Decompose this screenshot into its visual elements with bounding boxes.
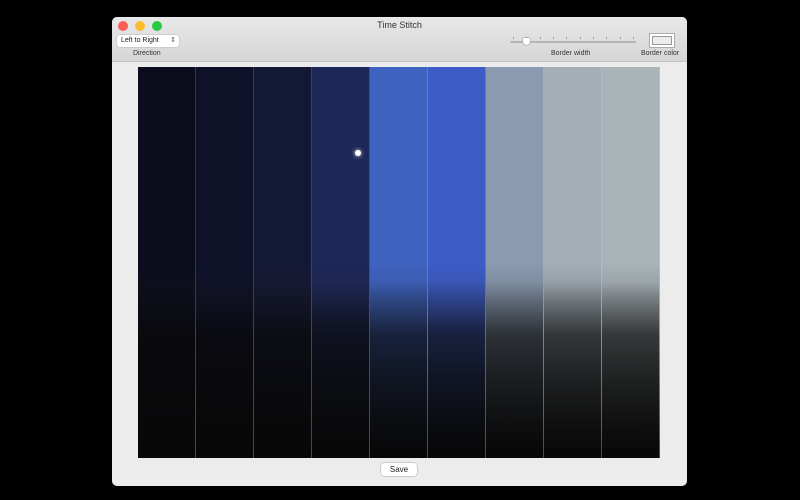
cityscape — [602, 282, 659, 458]
image-strip — [138, 67, 196, 458]
slider-tick — [513, 37, 514, 39]
image-strip — [486, 67, 544, 458]
slider-tick — [539, 37, 541, 39]
moon — [355, 150, 361, 156]
slider-tick — [553, 37, 554, 39]
slider-knob[interactable] — [523, 38, 531, 45]
border-color-well[interactable] — [649, 33, 675, 48]
toolbar: Time Stitch Left to Right ⇕ Direction Bor… — [112, 17, 687, 62]
slider-tick — [606, 37, 608, 39]
cityscape — [370, 282, 427, 458]
image-strip — [544, 67, 602, 458]
image-strip — [254, 67, 312, 458]
slider-tick — [579, 37, 581, 39]
save-button[interactable]: Save — [381, 463, 417, 476]
cityscape — [312, 282, 369, 458]
slider-tick — [593, 37, 594, 39]
cityscape — [428, 282, 485, 458]
direction-select[interactable]: Left to Right ⇕ — [117, 35, 179, 47]
border-color-swatch — [652, 36, 672, 45]
image-strip — [370, 67, 428, 458]
cityscape — [544, 282, 601, 458]
slider-tick — [566, 37, 568, 39]
direction-label: Direction — [133, 50, 161, 57]
border-width-slider[interactable] — [510, 36, 636, 46]
cityscape — [196, 282, 253, 458]
window-title: Time Stitch — [377, 20, 422, 30]
image-strip — [196, 67, 254, 458]
stitched-image-preview — [138, 67, 660, 458]
cityscape — [138, 282, 195, 458]
border-width-label: Border width — [551, 50, 591, 57]
image-strip — [428, 67, 486, 458]
cityscape — [254, 282, 311, 458]
chevron-updown-icon: ⇕ — [170, 37, 176, 44]
slider-tick — [619, 37, 621, 39]
cityscape — [486, 282, 543, 458]
slider-tick — [633, 37, 634, 39]
image-strip — [312, 67, 370, 458]
direction-value: Left to Right — [121, 37, 159, 44]
main-window: Time Stitch Left to Right ⇕ Direction Bor… — [112, 17, 687, 486]
border-color-label: Border color — [641, 50, 680, 57]
image-strip — [602, 67, 660, 458]
